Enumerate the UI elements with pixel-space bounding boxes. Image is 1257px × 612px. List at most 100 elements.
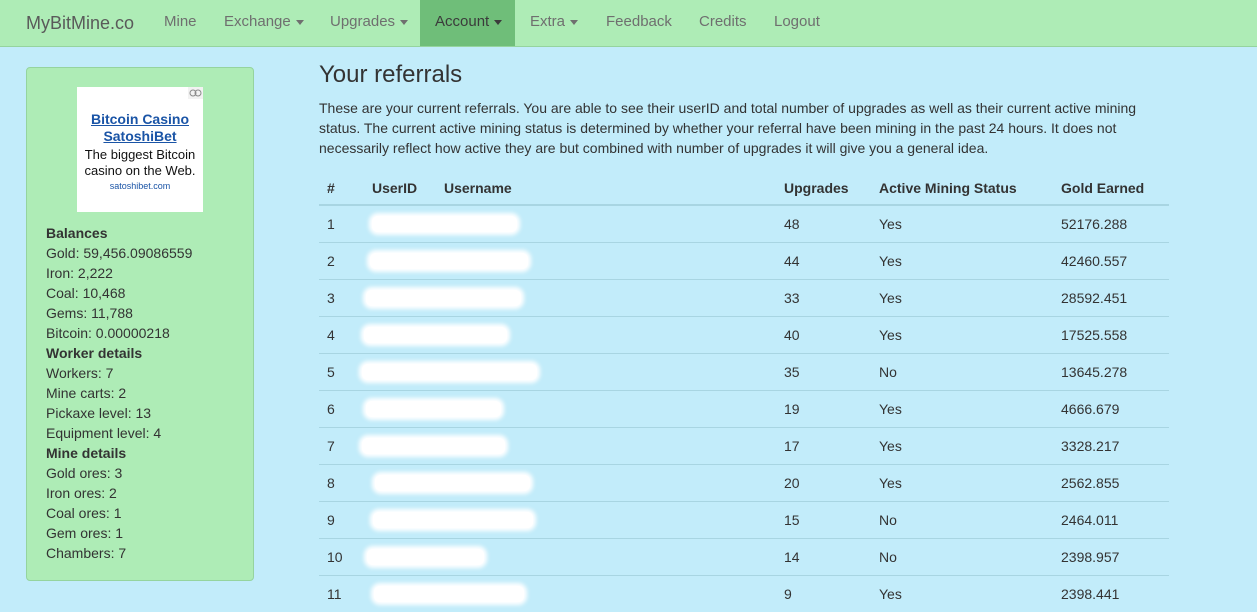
table-row: 10 14 No 2398.957: [319, 537, 1169, 575]
redacted-userid-username: [370, 253, 528, 270]
balance-gems: Gems: 11,788: [46, 305, 133, 321]
redacted-userid-username: [366, 290, 521, 307]
nav-upgrades-label: Upgrades: [330, 13, 396, 30]
table-row: 9 15 No 2464.011: [319, 500, 1169, 538]
referrals-table: # UserID Username Upgrades Active Mining…: [319, 172, 1169, 612]
cell-gold: 2562.855: [1053, 463, 1169, 501]
table-row: 2 44 Yes 42460.557: [319, 241, 1169, 279]
redacted-userid-username: [374, 586, 524, 603]
ad-url[interactable]: satoshibet.com: [77, 181, 203, 191]
ad-title-line1: Bitcoin Casino: [90, 111, 189, 127]
cell-upgrades: 9: [776, 574, 871, 612]
brand-link[interactable]: MyBitMine.co: [26, 0, 134, 46]
ad-title-line2: SatoshiBet: [103, 128, 177, 144]
nav-feedback[interactable]: Feedback: [591, 0, 687, 46]
gem-ores: Gem ores: 1: [46, 525, 124, 541]
cell-gold: 2398.957: [1053, 537, 1169, 575]
nav-mine[interactable]: Mine: [149, 0, 212, 46]
ad-options-icon[interactable]: [188, 87, 203, 99]
cell-userid-redacted: [362, 426, 776, 464]
caret-down-icon: [570, 19, 579, 25]
cell-upgrades: 48: [776, 204, 871, 242]
cell-gold: 17525.558: [1053, 315, 1169, 353]
redacted-userid-username: [362, 438, 505, 455]
cell-status: No: [871, 500, 1053, 538]
cell-gold: 42460.557: [1053, 241, 1169, 279]
cell-num: 8: [319, 463, 364, 501]
top-navbar: MyBitMine.co Mine Exchange Upgrades Acco…: [0, 0, 1257, 47]
equipment-level: Equipment level: 4: [46, 425, 162, 441]
col-header-userid: UserID: [364, 172, 436, 206]
nav-mine-label: Mine: [164, 13, 197, 30]
table-row: 11 9 Yes 2398.441: [319, 574, 1169, 612]
redacted-userid-username: [364, 327, 507, 344]
worker-count: Workers: 7: [46, 365, 114, 381]
ad-title[interactable]: Bitcoin Casino SatoshiBet: [77, 111, 203, 145]
cell-upgrades: 35: [776, 352, 871, 390]
cell-status: Yes: [871, 278, 1053, 316]
stats-sidebar: Bitcoin Casino SatoshiBet The biggest Bi…: [26, 67, 254, 581]
table-row: 4 40 Yes 17525.558: [319, 315, 1169, 353]
ad-body-line2: casino on the Web.: [84, 163, 196, 178]
cell-status: Yes: [871, 315, 1053, 353]
table-row: 6 19 Yes 4666.679: [319, 389, 1169, 427]
cell-gold: 2398.441: [1053, 574, 1169, 612]
page-title: Your referrals: [319, 61, 463, 88]
nav-upgrades-dropdown[interactable]: Upgrades: [315, 0, 423, 46]
cell-num: 6: [319, 389, 364, 427]
redacted-userid-username: [373, 512, 533, 529]
nav-logout-label: Logout: [774, 13, 820, 30]
cell-upgrades: 33: [776, 278, 871, 316]
worker-heading: Worker details: [46, 345, 143, 361]
balance-iron: Iron: 2,222: [46, 265, 113, 281]
cell-upgrades: 17: [776, 426, 871, 464]
nav-credits-label: Credits: [699, 13, 747, 30]
cell-num: 4: [319, 315, 364, 353]
cell-userid-redacted: [364, 463, 776, 501]
cell-userid-redacted: [364, 241, 776, 279]
balances-heading: Balances: [46, 225, 108, 241]
ad-banner[interactable]: Bitcoin Casino SatoshiBet The biggest Bi…: [77, 87, 203, 212]
cell-upgrades: 14: [776, 537, 871, 575]
cell-status: Yes: [871, 426, 1053, 464]
mine-carts: Mine carts: 2: [46, 385, 127, 401]
redacted-userid-username: [372, 216, 517, 233]
cell-gold: 3328.217: [1053, 426, 1169, 464]
iron-ores: Iron ores: 2: [46, 485, 117, 501]
redacted-userid-username: [375, 475, 530, 492]
table-row: 8 20 Yes 2562.855: [319, 463, 1169, 501]
cell-upgrades: 19: [776, 389, 871, 427]
nav-extra-dropdown[interactable]: Extra: [515, 0, 593, 46]
cell-num: 9: [319, 500, 364, 538]
cell-upgrades: 40: [776, 315, 871, 353]
nav-logout[interactable]: Logout: [759, 0, 835, 46]
cell-num: 11: [319, 574, 364, 612]
cell-userid-redacted: [364, 204, 776, 242]
nav-exchange-dropdown[interactable]: Exchange: [209, 0, 319, 46]
redacted-userid-username: [362, 364, 537, 381]
cell-userid-redacted: [362, 352, 776, 390]
nav-extra-label: Extra: [530, 13, 566, 30]
cell-status: Yes: [871, 204, 1053, 242]
cell-status: Yes: [871, 241, 1053, 279]
coal-ores: Coal ores: 1: [46, 505, 122, 521]
cell-status: No: [871, 352, 1053, 390]
table-row: 3 33 Yes 28592.451: [319, 278, 1169, 316]
intro-text: These are your current referrals. You ar…: [319, 100, 1137, 156]
cell-num: 10: [319, 537, 364, 575]
mine-heading: Mine details: [46, 445, 127, 461]
table-row: 7 17 Yes 3328.217: [319, 426, 1169, 464]
nav-account-dropdown[interactable]: Account: [420, 0, 515, 46]
cell-status: No: [871, 537, 1053, 575]
cell-userid-redacted: [364, 574, 776, 612]
balance-gold: Gold: 59,456.09086559: [46, 245, 193, 261]
cell-userid-redacted: [364, 537, 776, 575]
cell-status: Yes: [871, 389, 1053, 427]
cell-num: 5: [319, 352, 364, 390]
caret-down-icon: [494, 19, 503, 25]
cell-num: 2: [319, 241, 364, 279]
table-row: 5 35 No 13645.278: [319, 352, 1169, 390]
cell-gold: 4666.679: [1053, 389, 1169, 427]
nav-credits[interactable]: Credits: [684, 0, 762, 46]
cell-upgrades: 44: [776, 241, 871, 279]
